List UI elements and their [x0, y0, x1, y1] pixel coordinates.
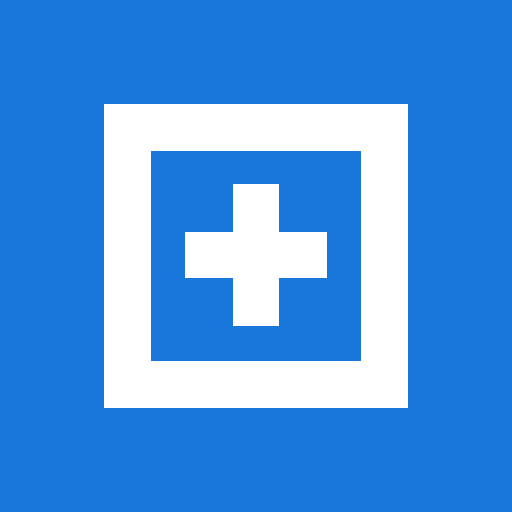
square-frame-icon: [104, 104, 408, 408]
plus-icon-horizontal-bar: [185, 232, 327, 278]
frame-interior: [151, 151, 361, 361]
app-icon-tile: [0, 0, 512, 512]
